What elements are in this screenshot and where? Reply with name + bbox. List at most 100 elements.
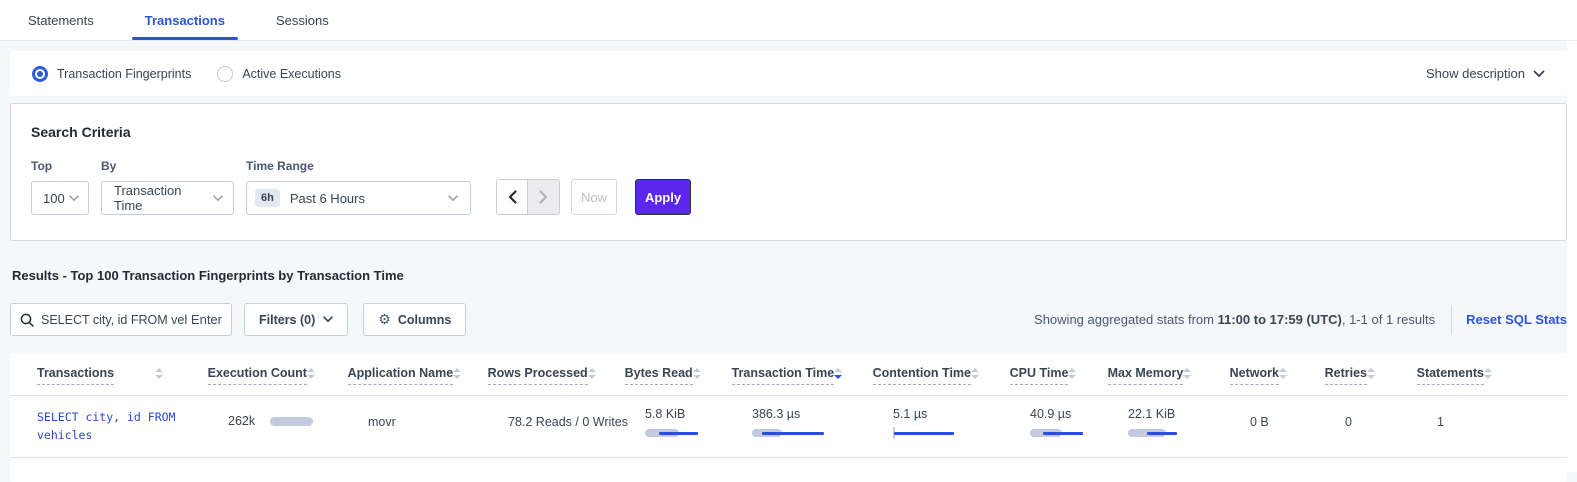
chevron-down-icon bbox=[323, 316, 333, 323]
sort-icon[interactable] bbox=[834, 368, 842, 379]
time-range-value: Past 6 Hours bbox=[290, 191, 448, 206]
contention-time-cell: 5.1 µs bbox=[893, 405, 1030, 439]
sort-icon[interactable] bbox=[971, 368, 979, 379]
search-box[interactable]: Enter bbox=[10, 303, 232, 336]
filters-button[interactable]: Filters (0) bbox=[244, 303, 348, 336]
col-header-transactions[interactable]: Transactions bbox=[37, 366, 208, 395]
chevron-right-icon bbox=[539, 190, 548, 204]
search-criteria-title: Search Criteria bbox=[31, 124, 1546, 140]
cpu-time-bar bbox=[1030, 427, 1110, 439]
top-label: Top bbox=[31, 159, 89, 173]
top-select[interactable]: 100 bbox=[31, 181, 89, 215]
by-select-value: Transaction Time bbox=[114, 183, 213, 213]
max-memory-bar bbox=[1128, 427, 1208, 439]
aggregated-stats-text: Showing aggregated stats from 11:00 to 1… bbox=[1034, 312, 1435, 327]
col-header-max-memory[interactable]: Max Memory bbox=[1108, 366, 1230, 395]
bytes-read-cell: 5.8 KiB bbox=[645, 405, 752, 439]
transaction-fingerprint-link[interactable]: SELECT city, id FROMvehicles bbox=[37, 405, 218, 444]
col-header-rows-processed[interactable]: Rows Processed bbox=[488, 366, 625, 395]
results-table-card: Transactions Execution Count Application… bbox=[10, 353, 1567, 482]
time-range-label: Time Range bbox=[246, 159, 471, 173]
col-header-statements[interactable]: Statements bbox=[1417, 366, 1537, 395]
col-header-contention-time[interactable]: Contention Time bbox=[873, 366, 1010, 395]
network-cell: 0 B bbox=[1250, 405, 1345, 429]
col-header-transaction-time[interactable]: Transaction Time bbox=[732, 366, 873, 395]
chevron-down-icon bbox=[69, 195, 79, 202]
chevron-down-icon bbox=[213, 195, 223, 202]
tab-sessions[interactable]: Sessions bbox=[273, 0, 332, 40]
rows-processed-cell: 78.2 Reads / 0 Writes bbox=[508, 405, 645, 429]
page-tabs: Statements Transactions Sessions bbox=[0, 0, 1577, 41]
apply-button[interactable]: Apply bbox=[635, 179, 691, 215]
reset-sql-stats-link[interactable]: Reset SQL Stats bbox=[1466, 312, 1567, 327]
transaction-time-bar bbox=[752, 427, 832, 439]
table-row: SELECT city, id FROMvehicles 262k movr 7… bbox=[10, 396, 1567, 458]
col-header-cpu-time[interactable]: CPU Time bbox=[1010, 366, 1108, 395]
now-button[interactable]: Now bbox=[571, 179, 617, 215]
contention-time-bar bbox=[893, 427, 973, 439]
sort-icon[interactable] bbox=[1367, 368, 1375, 379]
sort-icon[interactable] bbox=[1068, 368, 1076, 379]
search-input[interactable] bbox=[41, 313, 187, 327]
results-title: Results - Top 100 Transaction Fingerprin… bbox=[12, 268, 1567, 283]
sort-icon[interactable] bbox=[453, 368, 461, 379]
application-name-cell: movr bbox=[368, 405, 508, 429]
time-window-arrows bbox=[496, 179, 560, 215]
radio-active-executions[interactable]: Active Executions bbox=[217, 66, 341, 82]
vertical-divider bbox=[1451, 305, 1452, 335]
show-description-toggle[interactable]: Show description bbox=[1426, 66, 1545, 81]
sort-icon[interactable] bbox=[1183, 368, 1191, 379]
filters-label: Filters (0) bbox=[259, 313, 315, 327]
radio-label: Transaction Fingerprints bbox=[57, 67, 191, 81]
col-header-bytes-read[interactable]: Bytes Read bbox=[625, 366, 732, 395]
gear-icon: ⚙ bbox=[378, 311, 391, 328]
top-field-group: Top 100 bbox=[31, 159, 89, 215]
tab-transactions[interactable]: Transactions bbox=[142, 0, 228, 40]
col-header-application-name[interactable]: Application Name bbox=[348, 366, 488, 395]
bytes-read-bar bbox=[645, 427, 725, 439]
previous-time-window-button[interactable] bbox=[496, 179, 528, 215]
sort-icon[interactable] bbox=[693, 368, 701, 379]
by-label: By bbox=[101, 159, 234, 173]
time-range-select[interactable]: 6h Past 6 Hours bbox=[246, 181, 471, 215]
stats-area: Showing aggregated stats from 11:00 to 1… bbox=[1034, 305, 1567, 335]
search-criteria-form: Top 100 By Transaction Time Time Range 6… bbox=[31, 159, 1546, 215]
top-select-value: 100 bbox=[43, 191, 65, 206]
col-header-retries[interactable]: Retries bbox=[1325, 366, 1417, 395]
statements-cell: 1 bbox=[1437, 405, 1537, 429]
col-header-execution-count[interactable]: Execution Count bbox=[208, 366, 348, 395]
execution-count-cell: 262k bbox=[228, 405, 368, 428]
chevron-down-icon bbox=[448, 195, 458, 202]
by-select[interactable]: Transaction Time bbox=[101, 181, 234, 215]
sort-icon[interactable] bbox=[307, 368, 315, 379]
results-controls-row: Enter Filters (0) ⚙ Columns Showing aggr… bbox=[10, 303, 1567, 336]
tab-statements[interactable]: Statements bbox=[25, 0, 97, 40]
chevron-left-icon bbox=[508, 190, 517, 204]
sort-icon[interactable] bbox=[155, 368, 163, 379]
retries-cell: 0 bbox=[1345, 405, 1437, 429]
sort-icon[interactable] bbox=[588, 368, 596, 379]
radio-unselected-icon[interactable] bbox=[217, 66, 233, 82]
show-description-label: Show description bbox=[1426, 66, 1525, 81]
next-time-window-button[interactable] bbox=[528, 179, 560, 215]
execution-count-bar bbox=[270, 417, 313, 426]
search-icon bbox=[20, 313, 34, 327]
col-header-network[interactable]: Network bbox=[1230, 366, 1325, 395]
cpu-time-cell: 40.9 µs bbox=[1030, 405, 1128, 439]
sort-icon[interactable] bbox=[1484, 368, 1492, 379]
columns-button[interactable]: ⚙ Columns bbox=[363, 303, 466, 336]
time-range-field-group: Time Range 6h Past 6 Hours bbox=[246, 159, 471, 215]
radio-transaction-fingerprints[interactable]: Transaction Fingerprints bbox=[32, 66, 191, 82]
transaction-time-cell: 386.3 µs bbox=[752, 405, 893, 439]
by-field-group: By Transaction Time bbox=[101, 159, 234, 215]
sort-icon[interactable] bbox=[1279, 368, 1287, 379]
radio-selected-icon[interactable] bbox=[32, 66, 48, 82]
chevron-down-icon bbox=[1533, 70, 1545, 78]
search-enter-button[interactable]: Enter bbox=[191, 312, 222, 327]
table-header-row: Transactions Execution Count Application… bbox=[10, 353, 1567, 396]
time-range-badge: 6h bbox=[255, 189, 280, 207]
scrollbar-gutter bbox=[1567, 41, 1577, 472]
view-radio-group: Transaction Fingerprints Active Executio… bbox=[32, 66, 367, 82]
transaction-cell: SELECT city, id FROMvehicles bbox=[37, 405, 228, 444]
max-memory-cell: 22.1 KiB bbox=[1128, 405, 1250, 439]
